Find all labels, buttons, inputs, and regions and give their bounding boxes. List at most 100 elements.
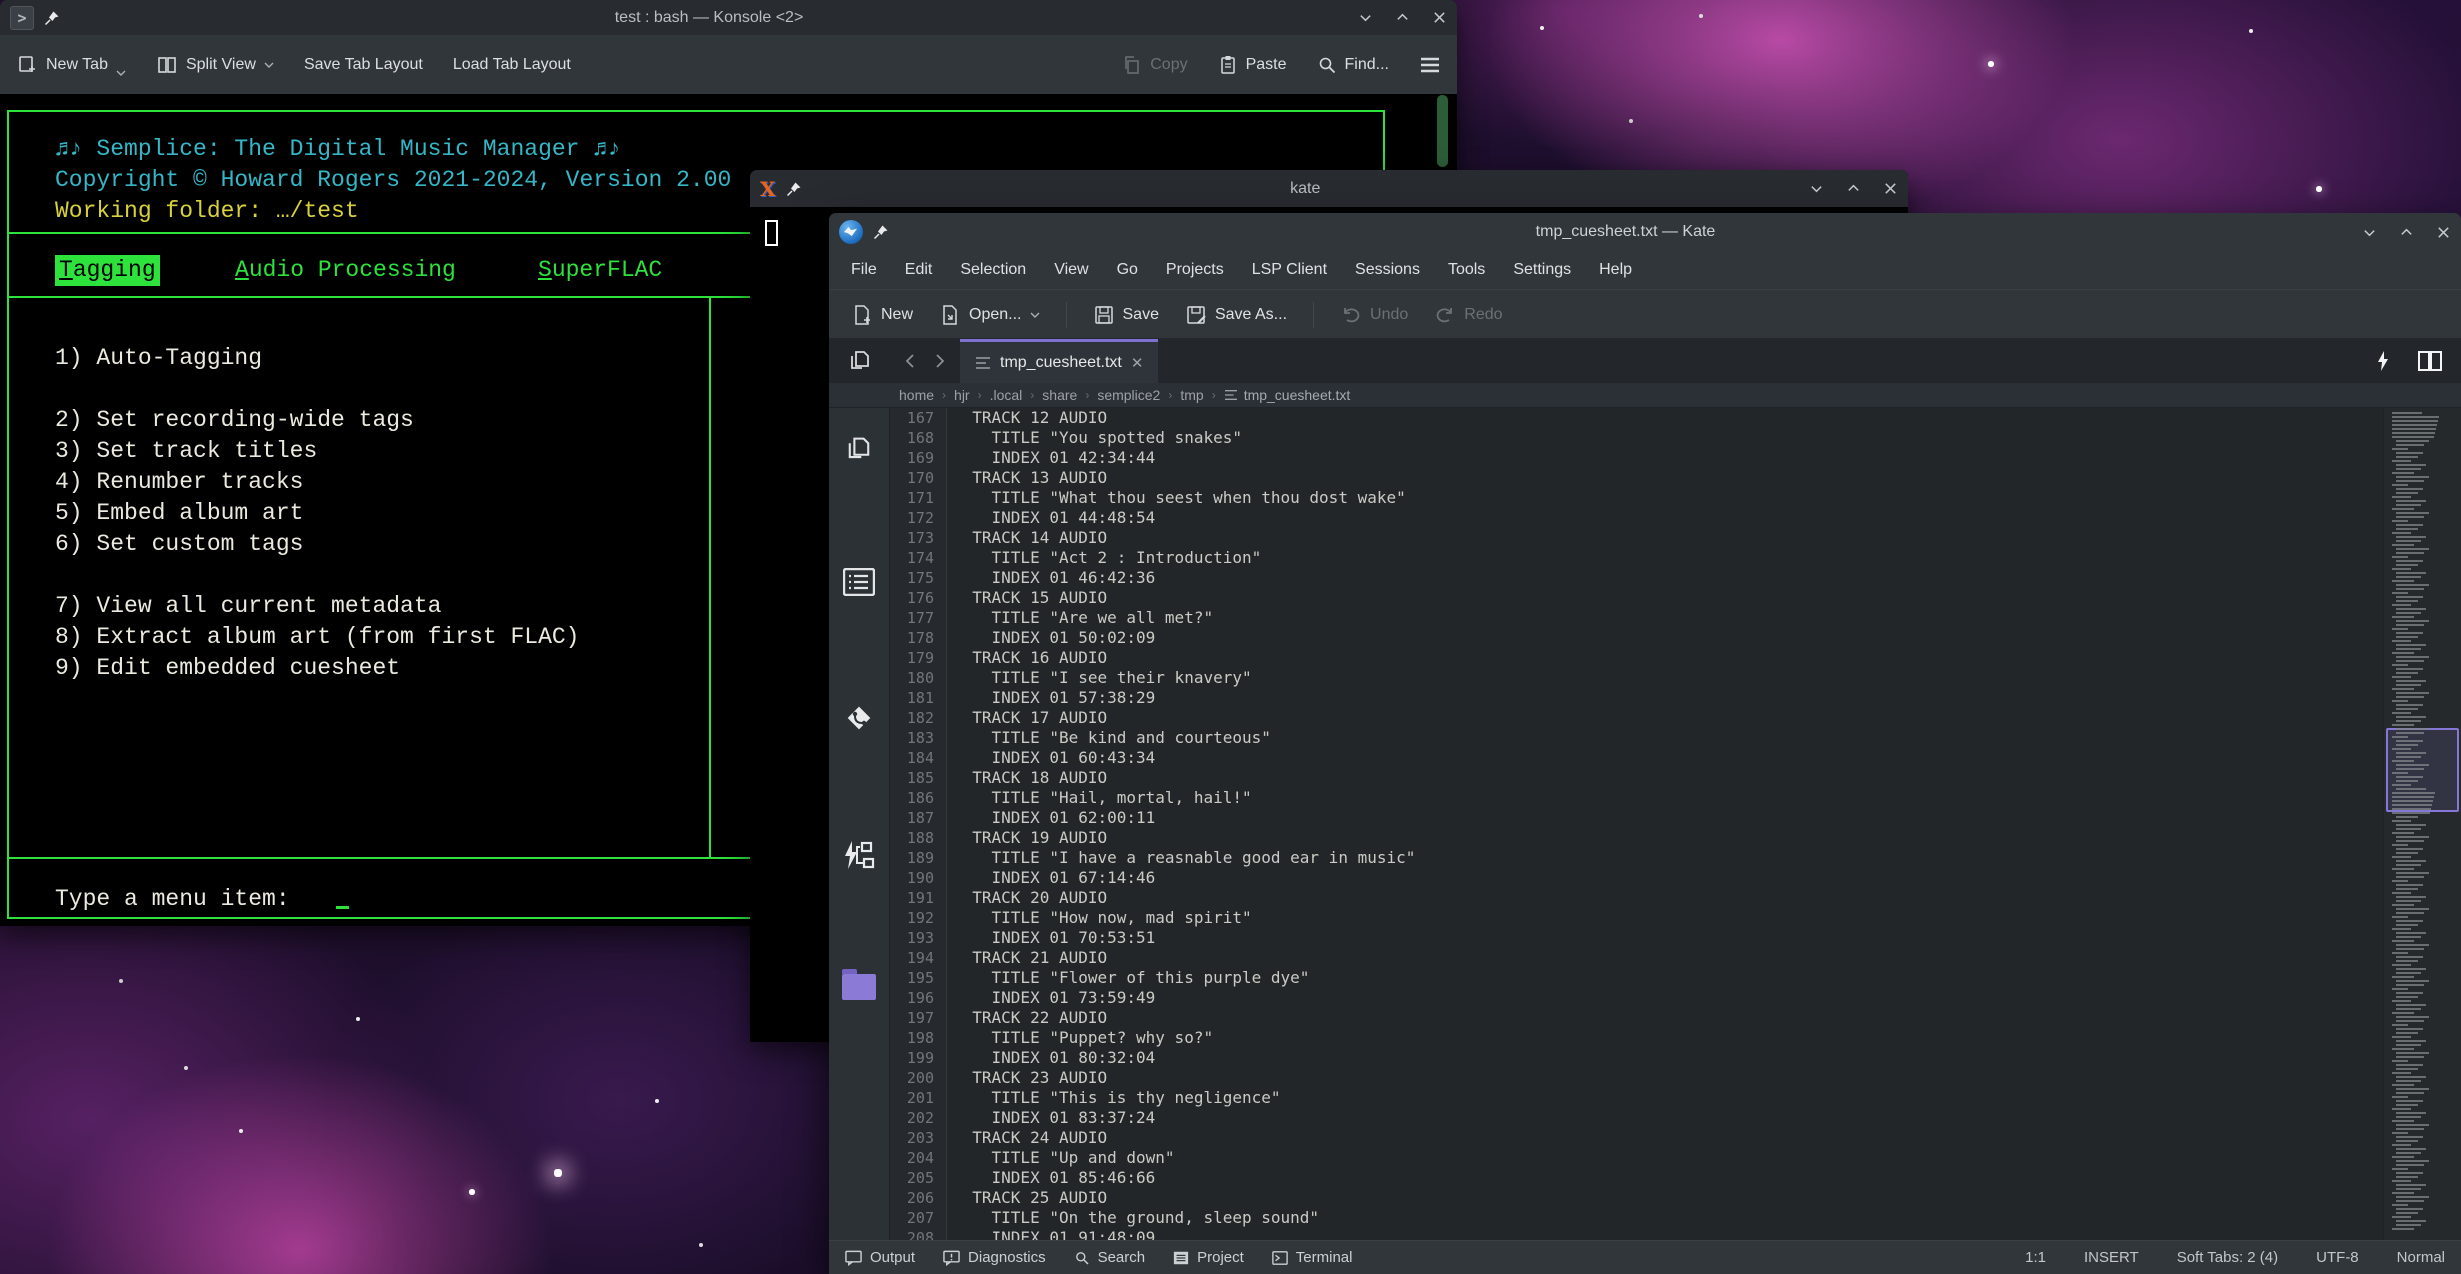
minimize-button[interactable]: [1809, 181, 1824, 196]
editor-line[interactable]: 180 TITLE "I see their knavery": [890, 668, 2383, 688]
breadcrumb-item-share[interactable]: share: [1042, 387, 1077, 403]
copy-button[interactable]: Copy: [1122, 55, 1187, 75]
editor-line[interactable]: 178 INDEX 01 50:02:09: [890, 628, 2383, 648]
project-panel-button[interactable]: Project: [1173, 1249, 1244, 1266]
close-button[interactable]: [1883, 181, 1898, 196]
editor-line[interactable]: 177 TITLE "Are we all met?": [890, 608, 2383, 628]
breadcrumb-item-hjr[interactable]: hjr: [954, 387, 970, 403]
load-tab-layout-button[interactable]: Load Tab Layout: [453, 56, 571, 74]
maximize-button[interactable]: [2399, 225, 2414, 240]
back-icon[interactable]: [900, 350, 922, 372]
open-file-button[interactable]: Open...: [931, 297, 1047, 333]
editor-line[interactable]: 167 TRACK 12 AUDIO: [890, 408, 2383, 428]
menu-help[interactable]: Help: [1585, 251, 1646, 289]
split-view-icon[interactable]: [2417, 349, 2443, 373]
output-panel-button[interactable]: Output: [845, 1249, 915, 1266]
menu-sessions[interactable]: Sessions: [1341, 251, 1434, 289]
outline-tool-icon[interactable]: [843, 568, 875, 596]
breadcrumb-file[interactable]: tmp_cuesheet.txt: [1224, 387, 1351, 403]
pin-icon[interactable]: [873, 224, 889, 240]
new-tab-dropdown-icon[interactable]: [116, 69, 126, 77]
documents-tool-icon[interactable]: [844, 434, 874, 464]
editor-line[interactable]: 174 TITLE "Act 2 : Introduction": [890, 548, 2383, 568]
editor-line[interactable]: 197 TRACK 22 AUDIO: [890, 1008, 2383, 1028]
editor-line[interactable]: 196 INDEX 01 73:59:49: [890, 988, 2383, 1008]
save-tab-layout-button[interactable]: Save Tab Layout: [304, 56, 423, 74]
menu-selection[interactable]: Selection: [946, 251, 1040, 289]
konsole-scrollbar[interactable]: [1437, 95, 1448, 167]
close-button[interactable]: [2436, 225, 2451, 240]
minimize-button[interactable]: [1358, 10, 1373, 25]
breadcrumb-item-home[interactable]: home: [899, 387, 934, 403]
editor-rows[interactable]: 167 TRACK 12 AUDIO168 TITLE "You spotted…: [890, 408, 2383, 1240]
menu-projects[interactable]: Projects: [1152, 251, 1238, 289]
new-file-button[interactable]: New: [843, 297, 921, 333]
diagnostics-panel-button[interactable]: Diagnostics: [943, 1249, 1046, 1266]
editor-line[interactable]: 168 TITLE "You spotted snakes": [890, 428, 2383, 448]
filesystem-tool-icon[interactable]: [842, 974, 876, 1000]
paste-button[interactable]: Paste: [1218, 55, 1287, 75]
editor-line[interactable]: 198 TITLE "Puppet? why so?": [890, 1028, 2383, 1048]
editor-line[interactable]: 205 INDEX 01 85:46:66: [890, 1168, 2383, 1188]
forward-icon[interactable]: [928, 350, 950, 372]
menu-lsp-client[interactable]: LSP Client: [1238, 251, 1341, 289]
tab-tmp-cuesheet[interactable]: tmp_cuesheet.txt ✕: [960, 339, 1158, 383]
quick-open-icon[interactable]: [2375, 350, 2391, 372]
semplice-tab-audio-processing[interactable]: Audio Processing: [235, 255, 456, 286]
split-view-button[interactable]: Split View: [156, 54, 274, 76]
editor-line[interactable]: 202 INDEX 01 83:37:24: [890, 1108, 2383, 1128]
menu-file[interactable]: File: [837, 251, 891, 289]
lsp-symbols-tool-icon[interactable]: [842, 840, 876, 870]
input-mode[interactable]: INSERT: [2084, 1249, 2139, 1266]
save-as-button[interactable]: Save As...: [1177, 297, 1295, 333]
menu-settings[interactable]: Settings: [1499, 251, 1585, 289]
editor-line[interactable]: 169 INDEX 01 42:34:44: [890, 448, 2383, 468]
menu-go[interactable]: Go: [1103, 251, 1152, 289]
editor-line[interactable]: 193 INDEX 01 70:53:51: [890, 928, 2383, 948]
editor-line[interactable]: 192 TITLE "How now, mad spirit": [890, 908, 2383, 928]
redo-button[interactable]: Redo: [1426, 297, 1510, 333]
menu-tools[interactable]: Tools: [1434, 251, 1499, 289]
search-panel-button[interactable]: Search: [1074, 1249, 1146, 1266]
editor-line[interactable]: 176 TRACK 15 AUDIO: [890, 588, 2383, 608]
editor-line[interactable]: 183 TITLE "Be kind and courteous": [890, 728, 2383, 748]
pin-icon[interactable]: [44, 10, 60, 26]
editor-line[interactable]: 191 TRACK 20 AUDIO: [890, 888, 2383, 908]
undo-button[interactable]: Undo: [1332, 297, 1416, 333]
semplice-tab-tagging[interactable]: Tagging: [55, 255, 160, 286]
editor-line[interactable]: 170 TRACK 13 AUDIO: [890, 468, 2383, 488]
encoding[interactable]: UTF-8: [2316, 1249, 2359, 1266]
minimap-scrollbar[interactable]: [2383, 408, 2461, 1240]
editor-line[interactable]: 204 TITLE "Up and down": [890, 1148, 2383, 1168]
editor-line[interactable]: 207 TITLE "On the ground, sleep sound": [890, 1208, 2383, 1228]
editor-line[interactable]: 188 TRACK 19 AUDIO: [890, 828, 2383, 848]
editor-line[interactable]: 179 TRACK 16 AUDIO: [890, 648, 2383, 668]
terminal-panel-button[interactable]: Terminal: [1272, 1249, 1353, 1266]
editor-line[interactable]: 194 TRACK 21 AUDIO: [890, 948, 2383, 968]
cursor-position[interactable]: 1:1: [2025, 1249, 2046, 1266]
tab-close-icon[interactable]: ✕: [1131, 354, 1144, 372]
maximize-button[interactable]: [1846, 181, 1861, 196]
konsole-titlebar[interactable]: > test : bash — Konsole <2>: [0, 0, 1457, 35]
editor-line[interactable]: 201 TITLE "This is thy negligence": [890, 1088, 2383, 1108]
editor-line[interactable]: 190 INDEX 01 67:14:46: [890, 868, 2383, 888]
editor-line[interactable]: 195 TITLE "Flower of this purple dye": [890, 968, 2383, 988]
semplice-tab-superflac[interactable]: SuperFLAC: [538, 255, 662, 286]
find-button[interactable]: Find...: [1317, 55, 1389, 75]
menu-view[interactable]: View: [1040, 251, 1102, 289]
editor-line[interactable]: 184 INDEX 01 60:43:34: [890, 748, 2383, 768]
editor-line[interactable]: 187 INDEX 01 62:00:11: [890, 808, 2383, 828]
editor-view[interactable]: 167 TRACK 12 AUDIO168 TITLE "You spotted…: [890, 408, 2383, 1240]
maximize-button[interactable]: [1395, 10, 1410, 25]
editor-line[interactable]: 203 TRACK 24 AUDIO: [890, 1128, 2383, 1148]
open-dropdown-icon[interactable]: [1030, 311, 1040, 319]
kate-titlebar[interactable]: tmp_cuesheet.txt — Kate: [829, 213, 2461, 251]
documents-panel-button[interactable]: [829, 339, 890, 383]
split-view-dropdown-icon[interactable]: [264, 61, 274, 69]
editor-line[interactable]: 181 INDEX 01 57:38:29: [890, 688, 2383, 708]
new-tab-button[interactable]: New Tab: [16, 54, 126, 76]
editor-line[interactable]: 186 TITLE "Hail, mortal, hail!": [890, 788, 2383, 808]
editor-line[interactable]: 185 TRACK 18 AUDIO: [890, 768, 2383, 788]
editor-line[interactable]: 172 INDEX 01 44:48:54: [890, 508, 2383, 528]
minimize-button[interactable]: [2362, 225, 2377, 240]
